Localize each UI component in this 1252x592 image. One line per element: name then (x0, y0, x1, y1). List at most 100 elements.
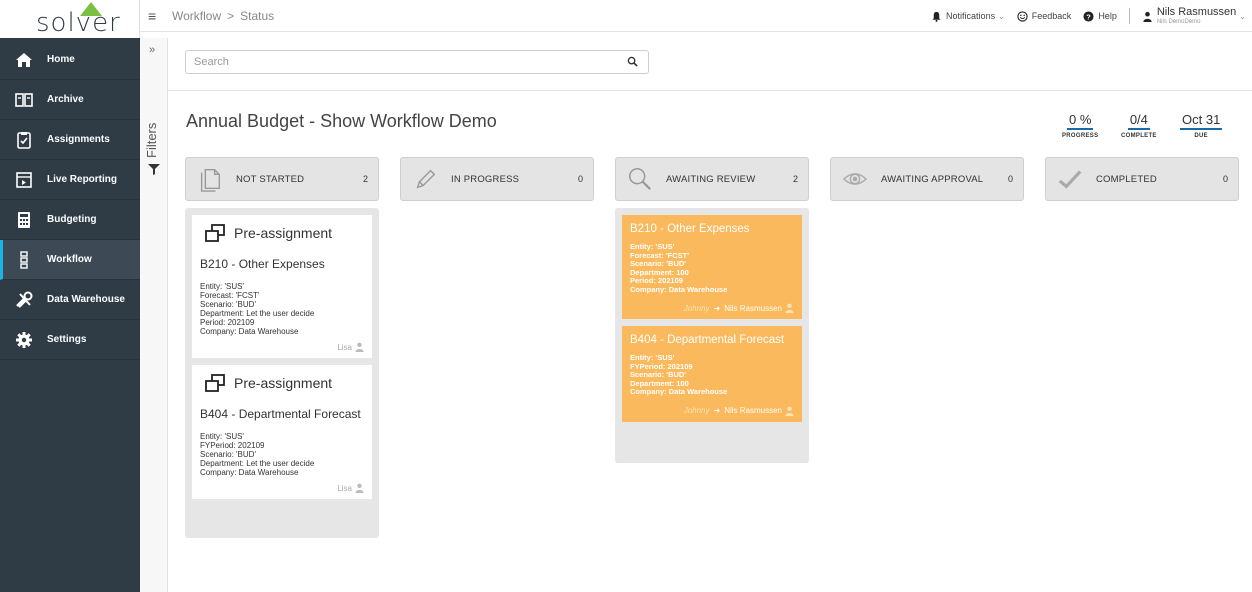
user-subtitle: Nils DemoDemo (1156, 19, 1201, 25)
card-detail: Company: Data Warehouse (200, 468, 299, 477)
card-detail: Department: Let the user decide (200, 459, 315, 468)
task-card[interactable]: B210 - Other Expenses Entity: 'SUS' Fore… (622, 215, 802, 319)
stat-progress[interactable]: 0 % PROGRESS (1062, 112, 1098, 139)
windows-icon (205, 374, 225, 392)
expand-filters-button[interactable]: » (149, 44, 155, 56)
calculator-icon (14, 211, 34, 229)
column-awaiting-approval: AWAITING APPROVAL 0 (830, 157, 1024, 201)
column-header[interactable]: AWAITING REVIEW 2 (615, 157, 809, 201)
stat-label: PROGRESS (1062, 133, 1099, 139)
notifications-label: Notifications (946, 11, 996, 21)
svg-text:?: ? (1087, 12, 1092, 21)
column-body: B210 - Other Expenses Entity: 'SUS' Fore… (615, 208, 809, 463)
column-spacer (192, 506, 372, 528)
task-card[interactable]: B404 - Departmental Forecast Entity: 'SU… (622, 326, 802, 422)
task-card[interactable]: Pre-assignment B210 - Other Expenses Ent… (192, 215, 372, 358)
notifications-button[interactable]: Notifications ⌄ (931, 11, 1005, 22)
column-label: COMPLETED (1096, 173, 1157, 185)
column-header[interactable]: AWAITING APPROVAL 0 (830, 157, 1024, 201)
stat-due[interactable]: Oct 31 DUE (1180, 112, 1223, 139)
help-button[interactable]: ? Help (1083, 10, 1117, 22)
sidebar-item-label: Live Reporting (47, 174, 118, 185)
windows-icon (205, 224, 225, 242)
card-footer: Johnny ➜ Nils Rasmussen (630, 406, 794, 416)
column-label: IN PROGRESS (451, 173, 520, 185)
column-header[interactable]: IN PROGRESS 0 (400, 157, 594, 201)
card-from: Johnny (683, 303, 710, 313)
sidebar: solver Home Archive Assignments Live Rep… (0, 0, 140, 592)
column-count: 2 (792, 174, 798, 184)
column-completed: COMPLETED 0 (1045, 157, 1239, 201)
user-icon (355, 483, 364, 493)
sidebar-item-live-reporting[interactable]: Live Reporting (0, 160, 140, 200)
card-to: Nils Rasmussen (724, 406, 782, 415)
breadcrumb-separator: > (227, 9, 235, 23)
card-detail: Period: 202109 (200, 318, 255, 327)
stat-value: 0/4 (1127, 112, 1150, 130)
user-icon (785, 406, 794, 416)
card-title: B404 - Departmental Forecast (200, 407, 361, 421)
sidebar-item-label: Workflow (47, 254, 92, 265)
card-pre-label: Pre-assignment (234, 375, 333, 391)
page-title: Annual Budget - Show Workflow Demo (186, 111, 497, 131)
filters-label[interactable]: Filters (144, 78, 164, 158)
help-label: Help (1098, 11, 1117, 21)
sidebar-item-assignments[interactable]: Assignments (0, 120, 140, 160)
column-spacer (622, 429, 802, 453)
card-header: Pre-assignment (200, 373, 364, 393)
breadcrumb-item-status: Status (240, 9, 275, 23)
user-menu[interactable]: Nils Rasmussen Nils DemoDemo ⌄ (1142, 7, 1246, 25)
sidebar-item-settings[interactable]: Settings (0, 320, 140, 360)
hamburger-menu-icon[interactable]: ≡ (148, 8, 156, 24)
card-title: B210 - Other Expenses (200, 257, 325, 271)
sidebar-item-home[interactable]: Home (0, 40, 140, 80)
card-detail: Company: Data Warehouse (630, 284, 728, 294)
feedback-button[interactable]: Feedback (1017, 10, 1072, 22)
help-icon: ? (1083, 10, 1094, 22)
arrow-right-icon: ➜ (713, 303, 721, 313)
sidebar-item-label: Home (47, 54, 75, 65)
stat-complete[interactable]: 0/4 COMPLETE (1121, 112, 1157, 139)
stat-label: DUE (1194, 133, 1208, 139)
column-count: 2 (362, 174, 368, 184)
top-bar: ≡ Workflow > Status Notifications ⌄ Feedbac… (140, 0, 1252, 32)
search-box (185, 50, 649, 74)
sidebar-item-budgeting[interactable]: Budgeting (0, 200, 140, 240)
card-pre-label: Pre-assignment (234, 225, 333, 241)
card-footer: Johnny ➜ Nils Rasmussen (630, 303, 794, 313)
column-header[interactable]: COMPLETED 0 (1045, 157, 1239, 201)
card-footer: Lisa (200, 342, 364, 352)
sidebar-item-label: Settings (47, 334, 87, 345)
card-detail: Entity: 'SUS' (200, 282, 244, 291)
card-detail: Scenario: 'BUD' (200, 450, 256, 459)
document-icon (196, 165, 224, 193)
column-awaiting-review: AWAITING REVIEW 2 B210 - Other Expenses … (615, 157, 809, 463)
logo[interactable]: solver (0, 0, 140, 38)
column-label: NOT STARTED (236, 173, 305, 185)
card-title: B210 - Other Expenses (630, 223, 750, 235)
card-assignee: Lisa (337, 483, 352, 493)
divider (1128, 8, 1130, 24)
breadcrumb: Workflow > Status (172, 9, 274, 23)
chevron-down-icon: ⌄ (998, 11, 1005, 21)
sidebar-item-data-warehouse[interactable]: Data Warehouse (0, 280, 140, 320)
breadcrumb-item-workflow[interactable]: Workflow (172, 9, 221, 23)
search-input[interactable] (186, 51, 606, 73)
feedback-label: Feedback (1031, 11, 1072, 21)
task-card[interactable]: Pre-assignment B404 - Departmental Forec… (192, 365, 372, 499)
search-icon[interactable] (627, 56, 638, 67)
column-in-progress: IN PROGRESS 0 (400, 157, 594, 201)
workflow-icon (14, 250, 34, 269)
card-from: Johnny (683, 406, 710, 415)
checkmark-icon (1056, 165, 1084, 193)
sidebar-item-archive[interactable]: Archive (0, 80, 140, 120)
card-detail: Department: Let the user decide (200, 309, 315, 318)
card-header: Pre-assignment (200, 223, 364, 243)
column-label: AWAITING APPROVAL (881, 173, 984, 185)
column-header[interactable]: NOT STARTED 2 (185, 157, 379, 201)
card-title: B404 - Departmental Forecast (630, 334, 785, 346)
column-label: AWAITING REVIEW (666, 173, 756, 185)
funnel-icon[interactable] (147, 162, 161, 176)
sidebar-item-workflow[interactable]: Workflow (0, 240, 140, 280)
user-icon (785, 303, 794, 313)
